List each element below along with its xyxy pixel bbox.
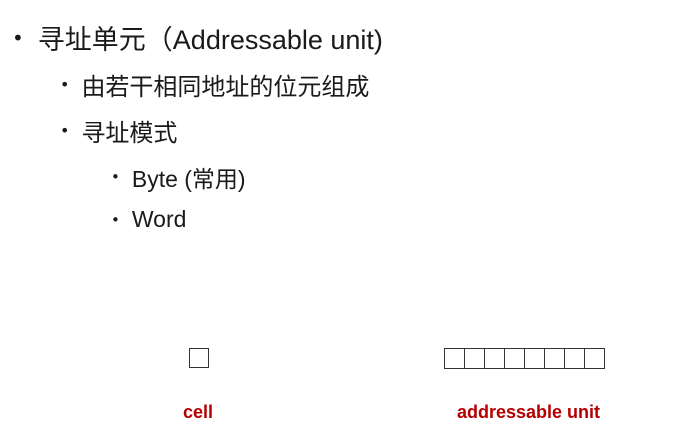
bullet-dot: • xyxy=(111,210,120,229)
unit-cell-box xyxy=(504,348,525,369)
unit-cell-box xyxy=(564,348,585,369)
unit-cell-box xyxy=(524,348,545,369)
bullet-dot: • xyxy=(60,121,70,140)
unit-cell-box xyxy=(464,348,485,369)
bullet-byte: • Byte (常用) xyxy=(111,160,246,194)
addressable-unit-diagram xyxy=(444,348,605,369)
unit-cell-box xyxy=(584,348,605,369)
bullet-same-address-bits: • 由若干相同地址的位元组成 xyxy=(60,67,369,102)
unit-cell-box xyxy=(544,348,565,369)
bullet-text: 寻址单元（Addressable unit) xyxy=(37,25,383,55)
bullet-text: Byte (常用) xyxy=(131,166,246,192)
cell-diagram-box xyxy=(189,348,209,368)
bullet-addressing-mode: • 寻址模式 xyxy=(60,113,177,148)
cell-caption: cell xyxy=(183,402,214,422)
bullet-text: Word xyxy=(131,206,187,232)
bullet-dot: • xyxy=(60,75,70,94)
bullet-word: • Word xyxy=(111,206,186,233)
bullet-dot: • xyxy=(111,168,120,186)
addressable-unit-caption: addressable unit xyxy=(457,402,601,422)
unit-cell-box xyxy=(484,348,505,369)
bullet-dot: • xyxy=(12,25,24,50)
bullet-text: 寻址模式 xyxy=(81,120,178,147)
bullet-text: 由若干相同地址的位元组成 xyxy=(81,74,370,101)
bullet-addressable-unit: • 寻址单元（Addressable unit) xyxy=(12,18,383,57)
unit-cell-box xyxy=(444,348,465,369)
